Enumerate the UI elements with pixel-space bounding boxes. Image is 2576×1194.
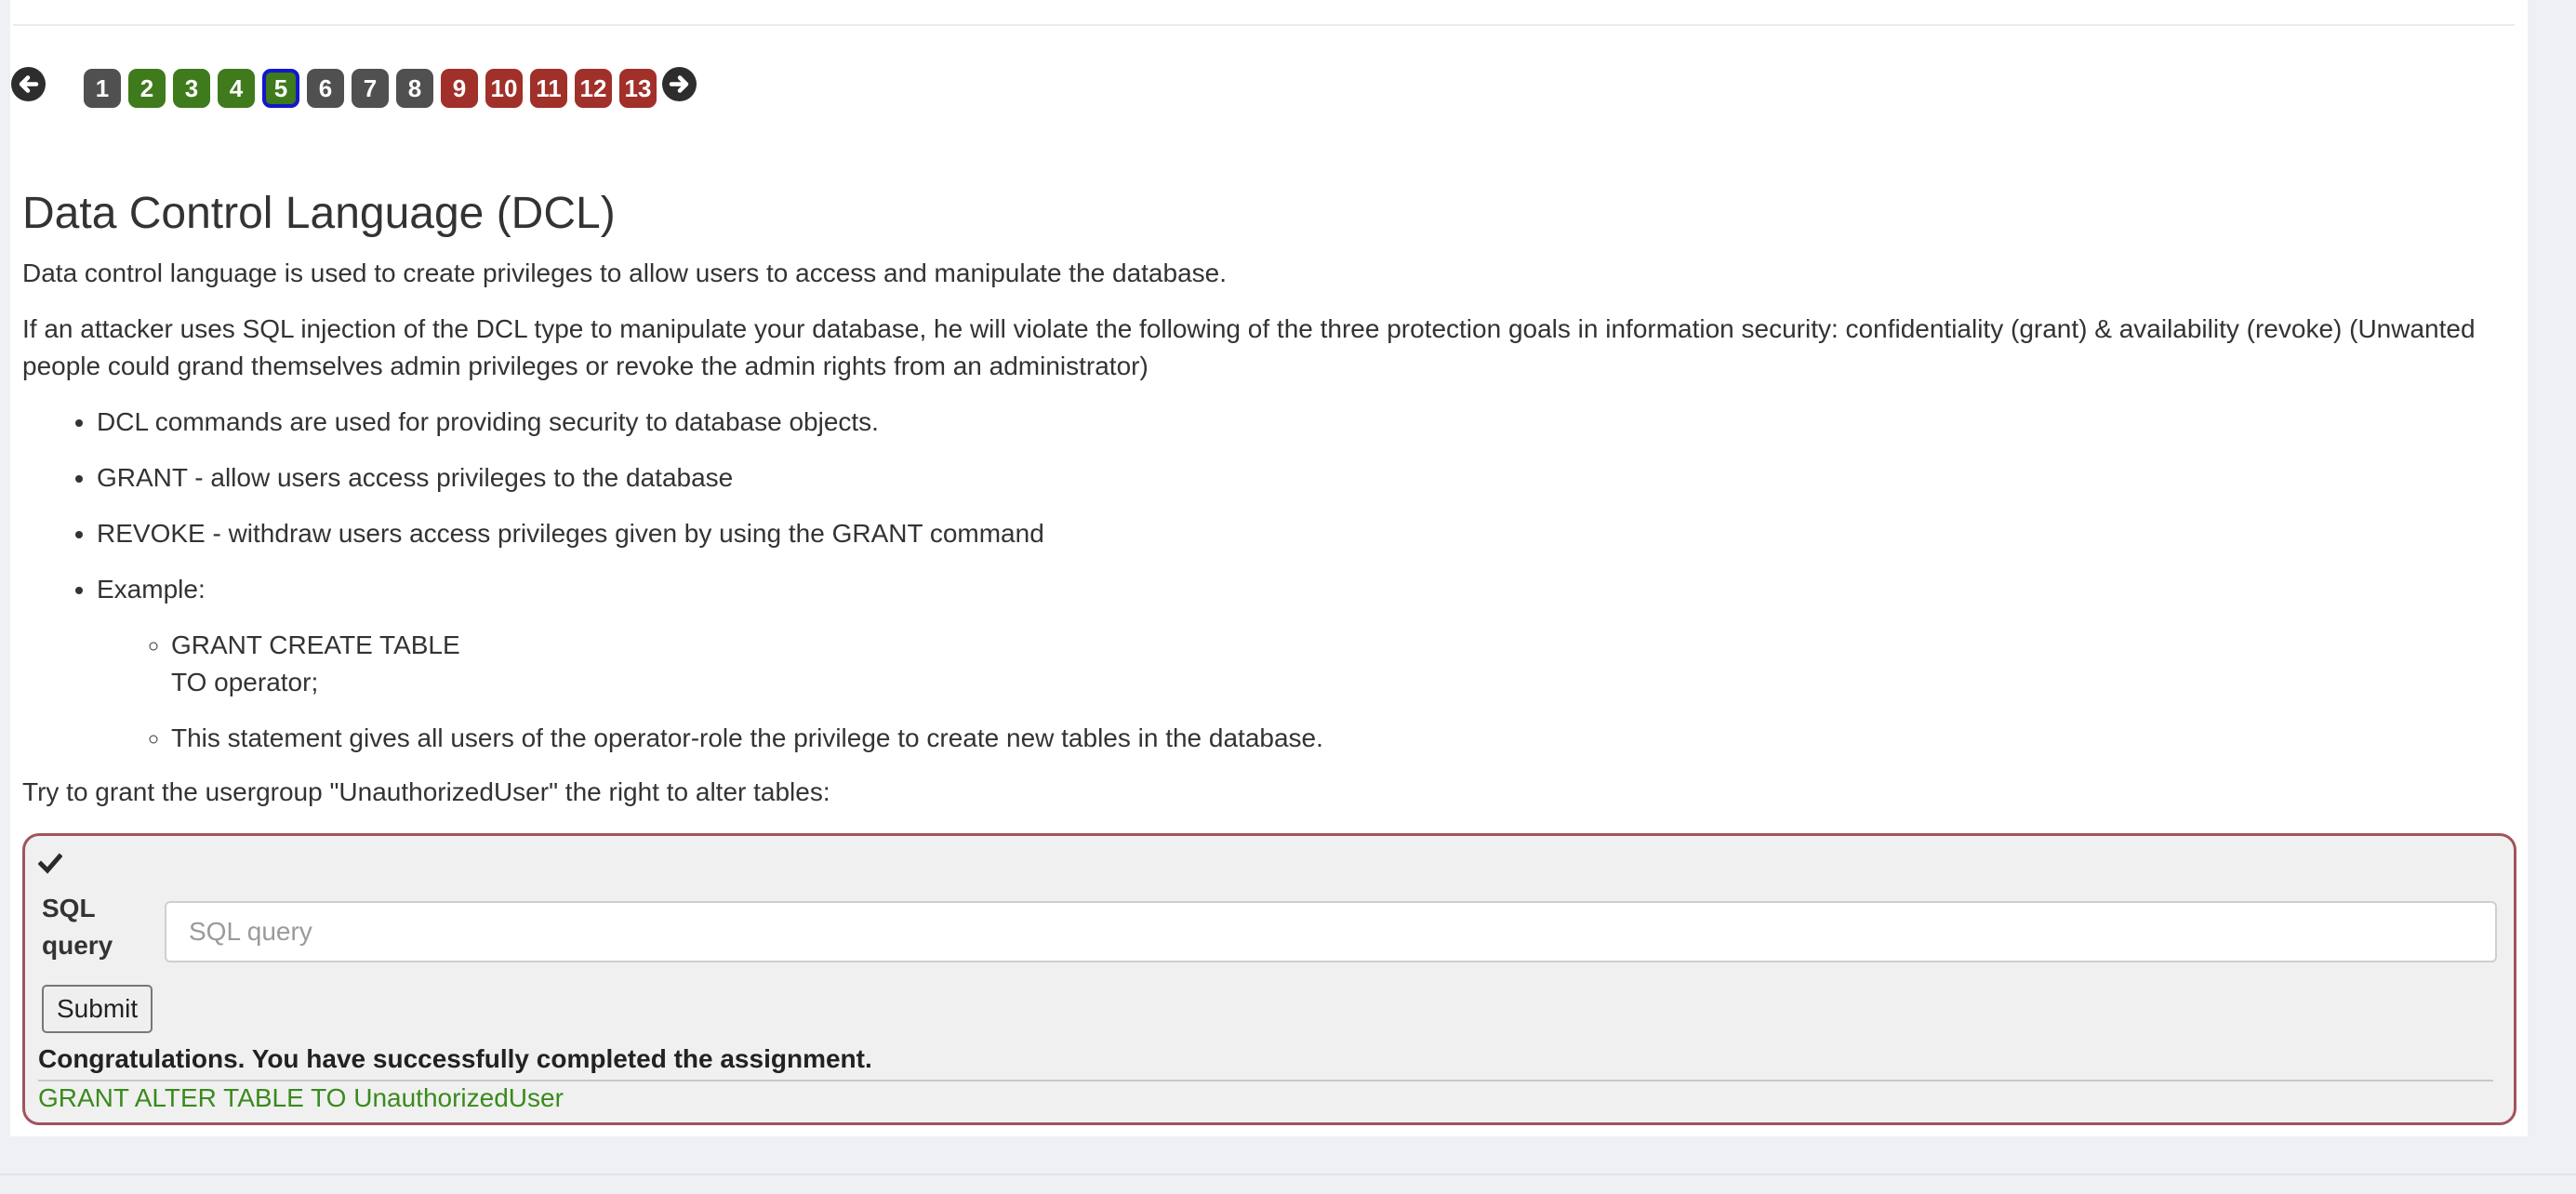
task-prompt: Try to grant the usergroup "Unauthorized… bbox=[22, 777, 830, 806]
list-item: GRANT - allow users access privileges to… bbox=[97, 459, 2524, 497]
arrow-left-circle-icon bbox=[19, 75, 39, 93]
page-button-4[interactable]: 4 bbox=[218, 69, 255, 108]
example-heading: Example: bbox=[97, 575, 206, 604]
page-button-1[interactable]: 1 bbox=[84, 69, 121, 108]
page-button-13[interactable]: 13 bbox=[619, 69, 657, 108]
list-item: DCL commands are used for providing secu… bbox=[97, 404, 2524, 441]
example-code-item: GRANT CREATE TABLE TO operator; bbox=[171, 627, 2524, 701]
page-button-9[interactable]: 9 bbox=[441, 69, 478, 108]
page-button-7[interactable]: 7 bbox=[352, 69, 389, 108]
example-explanation: This statement gives all users of the op… bbox=[171, 720, 2524, 757]
list-item: Example: GRANT CREATE TABLE TO operator;… bbox=[97, 571, 2524, 757]
previous-page-button[interactable] bbox=[11, 67, 46, 101]
lesson-bullet-list: DCL commands are used for providing secu… bbox=[22, 404, 2524, 757]
page-button-10[interactable]: 10 bbox=[485, 69, 523, 108]
list-item: REVOKE - withdraw users access privilege… bbox=[97, 515, 2524, 552]
lesson-title: Data Control Language (DCL) bbox=[22, 189, 616, 238]
page-button-3[interactable]: 3 bbox=[173, 69, 210, 108]
page-button-5-current[interactable]: 5 bbox=[262, 69, 299, 108]
top-divider bbox=[13, 24, 2515, 26]
example-code-line-2: TO operator; bbox=[171, 668, 319, 696]
assignment-feedback: Congratulations. You have successfully c… bbox=[38, 1044, 872, 1073]
page-button-6[interactable]: 6 bbox=[307, 69, 344, 108]
page-button-12[interactable]: 12 bbox=[575, 69, 612, 108]
sql-query-input[interactable] bbox=[165, 901, 2497, 962]
lesson-intro: Data control language is used to create … bbox=[22, 259, 1227, 287]
example-list: GRANT CREATE TABLE TO operator; This sta… bbox=[97, 627, 2524, 757]
submit-button[interactable]: Submit bbox=[42, 985, 153, 1033]
assignment-form: SQL query Submit Congratulations. You ha… bbox=[22, 833, 2516, 1125]
page-button-8[interactable]: 8 bbox=[396, 69, 433, 108]
lesson-content: Data Control Language (DCL) Data control… bbox=[22, 184, 2524, 811]
arrow-right-circle-icon bbox=[669, 75, 689, 93]
next-page-button[interactable] bbox=[662, 67, 697, 101]
sql-query-label-text: SQL query bbox=[42, 894, 113, 960]
lesson-attack-note: If an attacker uses SQL injection of the… bbox=[22, 314, 2476, 380]
example-code-line-1: GRANT CREATE TABLE bbox=[171, 630, 460, 659]
checkmark-icon bbox=[38, 853, 62, 874]
assignment-output: GRANT ALTER TABLE TO UnauthorizedUser bbox=[38, 1083, 564, 1112]
page-button-2[interactable]: 2 bbox=[128, 69, 166, 108]
page-button-11[interactable]: 11 bbox=[530, 69, 567, 108]
bottom-divider bbox=[0, 1174, 2576, 1175]
sql-query-label: SQL query bbox=[42, 890, 113, 964]
